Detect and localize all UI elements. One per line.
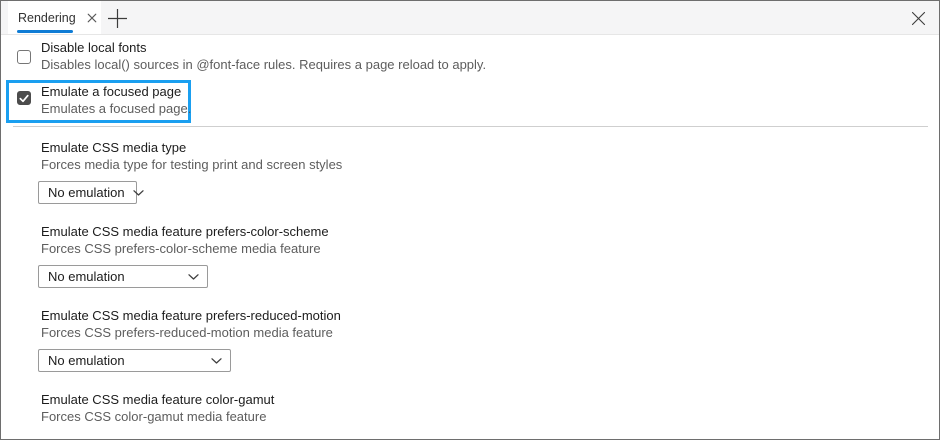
media-type-select-value: No emulation [48,185,125,200]
disable-local-fonts-label: Disable local fonts [41,40,147,56]
x-icon [911,11,926,26]
prefers-reduced-motion-select[interactable]: No emulation [38,349,231,372]
tab-label: Rendering [18,11,76,25]
active-tab-indicator [17,30,73,33]
checkmark-icon [19,94,29,103]
emulate-focused-page-label: Emulate a focused page [41,84,181,100]
media-type-select[interactable]: No emulation [38,181,137,204]
prefers-reduced-motion-label: Emulate CSS media feature prefers-reduce… [41,308,341,324]
prefers-color-scheme-label: Emulate CSS media feature prefers-color-… [41,224,329,240]
add-tab-button[interactable] [104,6,130,30]
color-gamut-label: Emulate CSS media feature color-gamut [41,392,274,408]
prefers-reduced-motion-select-value: No emulation [48,353,125,368]
panel-close-button[interactable] [905,6,931,30]
x-icon [87,13,97,23]
chevron-down-icon [133,190,144,196]
disable-local-fonts-description: Disables local() sources in @font-face r… [41,57,486,73]
emulate-focused-page-description: Emulates a focused page. [41,101,191,117]
media-type-description: Forces media type for testing print and … [41,157,342,173]
chevron-down-icon [188,274,199,280]
section-divider [13,126,928,127]
prefers-color-scheme-description: Forces CSS prefers-color-scheme media fe… [41,241,321,257]
chevron-down-icon [211,358,222,364]
color-gamut-description: Forces CSS color-gamut media feature [41,409,266,425]
prefers-color-scheme-select[interactable]: No emulation [38,265,208,288]
disable-local-fonts-checkbox[interactable] [17,50,31,64]
rendering-panel: Rendering Disable local fonts Disables l… [0,0,940,440]
plus-icon [107,8,128,29]
tab-close-button[interactable] [85,11,99,25]
media-type-label: Emulate CSS media type [41,140,186,156]
emulate-focused-page-checkbox[interactable] [17,91,31,105]
prefers-color-scheme-select-value: No emulation [48,269,125,284]
prefers-reduced-motion-description: Forces CSS prefers-reduced-motion media … [41,325,333,341]
tab-bar: Rendering [1,1,939,35]
tab-rendering[interactable]: Rendering [8,1,101,34]
